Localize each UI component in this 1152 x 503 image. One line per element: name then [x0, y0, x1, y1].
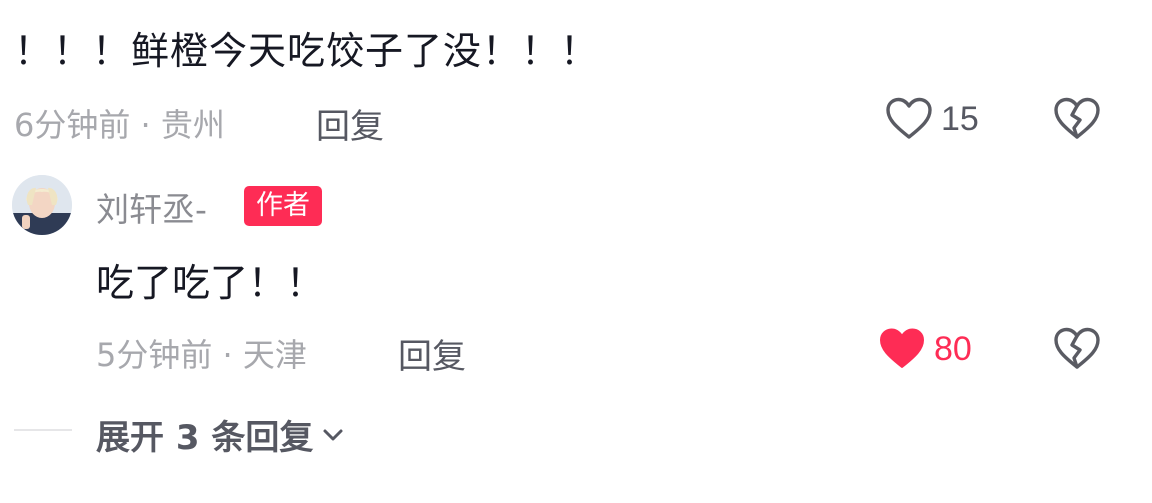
expand-replies-label: 展开 3 条回复 [96, 418, 314, 458]
reply-button[interactable]: 回复 [398, 329, 466, 378]
divider [14, 429, 72, 431]
username[interactable]: 刘轩丞- [96, 183, 207, 231]
comment-meta: 6分钟前 · 贵州 [14, 106, 225, 144]
expand-replies-button[interactable]: 展开 3 条回复 [96, 410, 345, 459]
chevron-down-icon [323, 429, 343, 440]
like-count: 80 [934, 329, 972, 368]
reply-text: 吃了吃了！！ [96, 261, 325, 305]
broken-heart-icon [1054, 327, 1100, 369]
avatar[interactable] [12, 175, 72, 235]
heart-filled-icon [880, 328, 924, 368]
reply-button[interactable]: 回复 [316, 99, 384, 148]
like-button-liked[interactable]: 80 [878, 327, 972, 371]
avatar-image [12, 175, 72, 235]
comment-text: ！！！鲜橙今天吃饺子了没！！！ [14, 29, 600, 73]
dislike-button[interactable] [1053, 97, 1101, 145]
dislike-button[interactable] [1053, 327, 1101, 375]
like-button[interactable]: 15 [885, 97, 979, 141]
heart-outline-icon [886, 97, 932, 139]
reply-meta: 5分钟前 · 天津 [96, 336, 307, 374]
broken-heart-icon [1054, 97, 1100, 139]
like-count: 15 [941, 99, 979, 138]
author-badge: 作者 [244, 186, 322, 226]
